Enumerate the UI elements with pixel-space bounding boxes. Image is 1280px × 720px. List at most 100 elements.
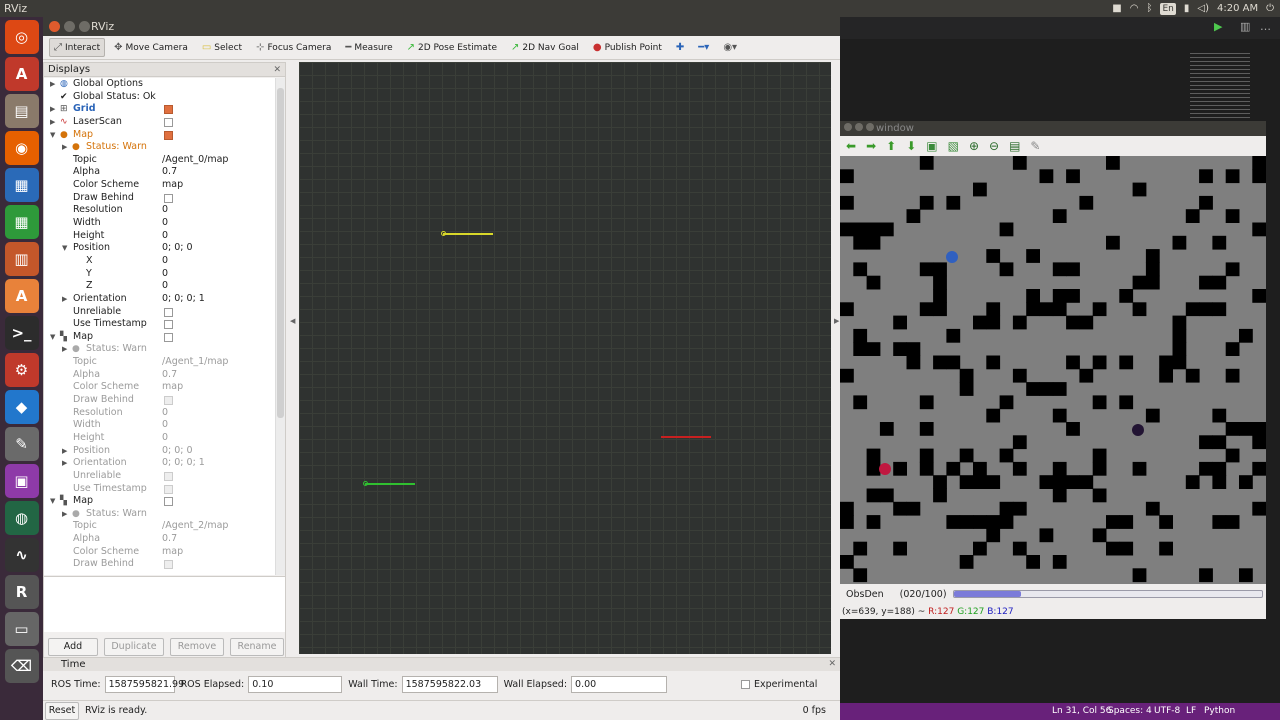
tree-row-global-options[interactable]: ▶ ◍ Global Options bbox=[44, 78, 276, 91]
record-icon[interactable]: ■ bbox=[1112, 0, 1121, 17]
collapse-right-icon[interactable]: ▶ bbox=[834, 317, 839, 325]
minimize-icon[interactable] bbox=[64, 21, 75, 32]
prop-value[interactable]: 0 bbox=[162, 280, 168, 293]
prop-value[interactable]: 0.7 bbox=[162, 166, 177, 179]
remove-tool-button[interactable]: ━▾ bbox=[693, 38, 714, 57]
ubuntu-icon[interactable]: ◎ bbox=[4, 20, 39, 54]
zoom-original-icon[interactable]: ▣ bbox=[926, 139, 937, 153]
render-view[interactable] bbox=[299, 62, 831, 654]
tree-row-draw-behind[interactable]: Draw Behind bbox=[44, 558, 276, 571]
text-editor-icon[interactable]: ✎ bbox=[4, 427, 39, 461]
unreliable-checkbox[interactable] bbox=[164, 307, 173, 317]
duplicate-button[interactable]: Duplicate bbox=[104, 638, 164, 656]
ros-time-field[interactable]: 1587595821.99 bbox=[104, 675, 184, 693]
tree-row-topic[interactable]: Topic/Agent_2/map bbox=[44, 520, 276, 533]
map1-enable-checkbox[interactable] bbox=[164, 332, 173, 342]
select-button[interactable]: ▭ Select bbox=[197, 38, 247, 57]
trash-icon[interactable]: ⌫ bbox=[4, 649, 39, 683]
camera-type-button[interactable]: ◉▾ bbox=[718, 38, 742, 57]
tree-row-status[interactable]: ▶ ● Status: Warn bbox=[44, 343, 276, 356]
workspaces-icon[interactable]: ▣ bbox=[4, 464, 39, 498]
tree-row-topic[interactable]: Topic/Agent_1/map bbox=[44, 356, 276, 369]
rename-button[interactable]: Rename bbox=[230, 638, 284, 656]
tree-row-y[interactable]: Y0 bbox=[44, 268, 276, 281]
publish-point-button[interactable]: ● Publish Point bbox=[588, 38, 667, 57]
prop-value[interactable]: 0; 0; 0; 1 bbox=[162, 457, 205, 470]
wifi-icon[interactable]: ◠ bbox=[1130, 0, 1139, 17]
tree-row-laserscan[interactable]: ▶ ∿ LaserScan bbox=[44, 116, 276, 129]
zoom-fit-icon[interactable]: ▧ bbox=[948, 139, 959, 153]
tree-row-map0[interactable]: ▼ ● Map bbox=[44, 129, 276, 142]
prop-value[interactable]: /Agent_1/map bbox=[162, 356, 228, 369]
tree-row-unreliable[interactable]: Unreliable bbox=[44, 470, 276, 483]
add-tool-button[interactable]: ✚ bbox=[671, 38, 689, 57]
indent-setting[interactable]: Spaces: 4 bbox=[1108, 703, 1152, 720]
prop-value[interactable]: map bbox=[162, 546, 183, 559]
pan-down-icon[interactable]: ⬇ bbox=[906, 139, 916, 153]
calc-icon[interactable]: ▦ bbox=[4, 205, 39, 239]
power-icon[interactable]: ⏻ bbox=[1266, 0, 1274, 17]
pan-right-icon[interactable]: ➡ bbox=[866, 139, 876, 153]
drive-icon[interactable]: ▭ bbox=[4, 612, 39, 646]
tree-row-use-timestamp[interactable]: Use Timestamp bbox=[44, 483, 276, 496]
nav-goal-button[interactable]: ↗ 2D Nav Goal bbox=[506, 38, 584, 57]
tree-row-color-scheme[interactable]: Color Scheme map bbox=[44, 381, 276, 394]
tree-row-draw-behind[interactable]: Draw Behind bbox=[44, 192, 276, 205]
experimental-checkbox[interactable] bbox=[741, 679, 751, 689]
pose-estimate-button[interactable]: ↗ 2D Pose Estimate bbox=[402, 38, 502, 57]
tree-row-status[interactable]: ▶ ● Status: Warn bbox=[44, 508, 276, 521]
close-icon[interactable] bbox=[49, 21, 60, 32]
prop-value[interactable]: /Agent_2/map bbox=[162, 520, 228, 533]
writer-icon[interactable]: ▦ bbox=[4, 168, 39, 202]
settings-icon[interactable]: ⚙ bbox=[4, 353, 39, 387]
ros-elapsed-field[interactable]: 0.10 bbox=[248, 675, 343, 693]
tree-row-height[interactable]: Height 0 bbox=[44, 432, 276, 445]
prop-value[interactable]: 0; 0; 0 bbox=[162, 445, 193, 458]
map2-enable-checkbox[interactable] bbox=[164, 497, 173, 507]
software-icon[interactable]: A bbox=[4, 57, 39, 91]
tree-row-width[interactable]: Width 0 bbox=[44, 217, 276, 230]
globe-icon[interactable]: ◍ bbox=[4, 501, 39, 535]
encoding[interactable]: UTF-8 bbox=[1154, 703, 1180, 720]
tree-row-position[interactable]: ▶ Position 0; 0; 0 bbox=[44, 445, 276, 458]
prop-value[interactable]: 0; 0; 0; 1 bbox=[162, 293, 205, 306]
zoom-out-icon[interactable]: ⊖ bbox=[989, 139, 999, 153]
draw-behind-checkbox[interactable] bbox=[164, 193, 173, 203]
add-button[interactable]: Add bbox=[48, 638, 98, 656]
tree-row-grid[interactable]: ▶ ⊞ Grid bbox=[44, 103, 276, 116]
zoom-in-icon[interactable]: ⊕ bbox=[969, 139, 979, 153]
eol[interactable]: LF bbox=[1186, 703, 1196, 720]
close-icon[interactable]: ✕ bbox=[273, 63, 281, 77]
focus-camera-button[interactable]: ⊹ Focus Camera bbox=[251, 38, 336, 57]
unreliable-checkbox[interactable] bbox=[164, 471, 173, 481]
move-camera-button[interactable]: ✥ Move Camera bbox=[109, 38, 193, 57]
volume-icon[interactable]: ◁) bbox=[1197, 0, 1209, 17]
tree-row-width[interactable]: Width 0 bbox=[44, 419, 276, 432]
vscode-icon[interactable]: ◆ bbox=[4, 390, 39, 424]
properties-icon[interactable]: ✎ bbox=[1030, 139, 1040, 153]
prop-value[interactable]: 0.7 bbox=[162, 533, 177, 546]
tree-row-map2[interactable]: ▼ ▚ Map bbox=[44, 495, 276, 508]
pan-up-icon[interactable]: ⬆ bbox=[886, 139, 896, 153]
prop-value[interactable]: 0 bbox=[162, 255, 168, 268]
prop-value[interactable]: map bbox=[162, 179, 183, 192]
grid-enable-checkbox[interactable] bbox=[164, 105, 173, 115]
draw-behind-checkbox[interactable] bbox=[164, 560, 173, 570]
measure-button[interactable]: ━ Measure bbox=[340, 38, 397, 57]
language-mode[interactable]: Python bbox=[1204, 703, 1235, 720]
occupancy-image[interactable] bbox=[840, 156, 1266, 584]
monitor-icon[interactable]: ∿ bbox=[4, 538, 39, 572]
tree-row-z[interactable]: Z0 bbox=[44, 280, 276, 293]
draw-behind-checkbox[interactable] bbox=[164, 396, 173, 406]
tree-row-position[interactable]: ▼ Position 0; 0; 0 bbox=[44, 242, 276, 255]
trackbar-slider[interactable] bbox=[952, 590, 1263, 598]
tree-row-resolution[interactable]: Resolution 0 bbox=[44, 204, 276, 217]
prop-value[interactable]: /Agent_0/map bbox=[162, 154, 228, 167]
save-icon[interactable]: ▤ bbox=[1009, 139, 1020, 153]
wall-time-field[interactable]: 1587595822.03 bbox=[401, 675, 498, 693]
tree-row-height[interactable]: Height 0 bbox=[44, 230, 276, 243]
tree-row-use-timestamp[interactable]: Use Timestamp bbox=[44, 318, 276, 331]
firefox-icon[interactable]: ◉ bbox=[4, 131, 39, 165]
maximize-icon[interactable] bbox=[79, 21, 90, 32]
keyboard-indicator[interactable]: En bbox=[1160, 2, 1176, 15]
